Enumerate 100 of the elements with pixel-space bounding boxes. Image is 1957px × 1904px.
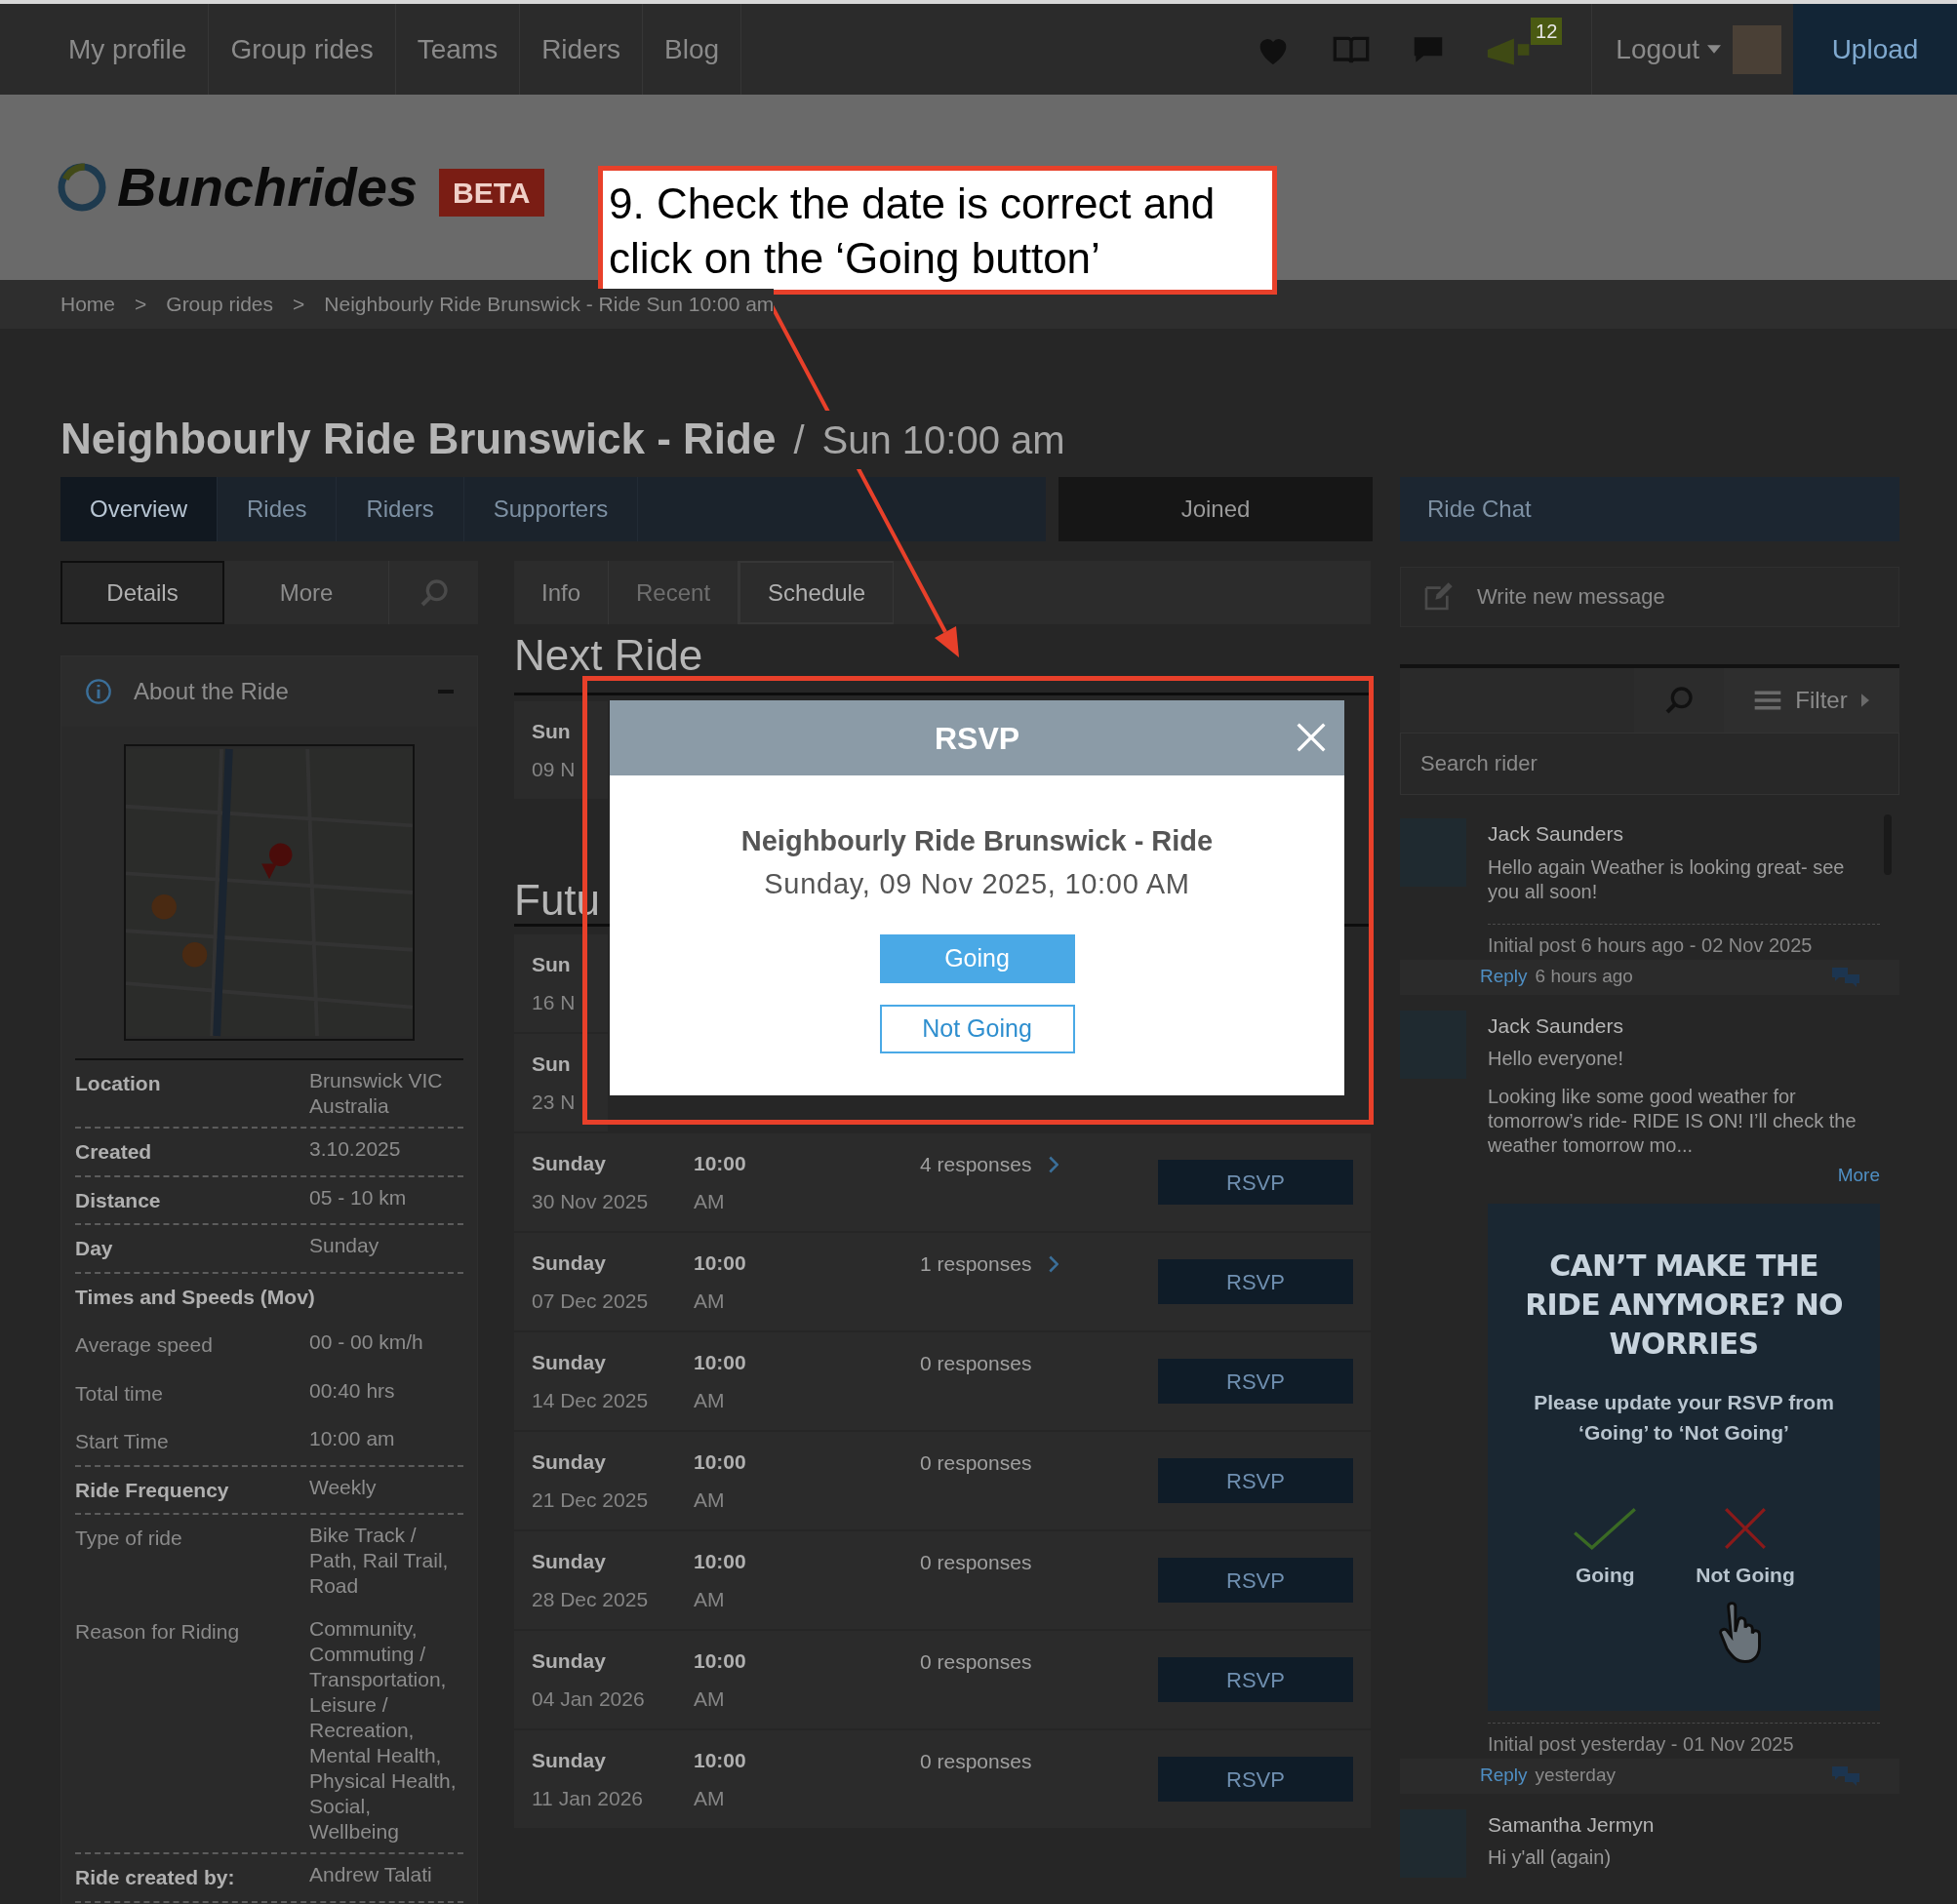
response-count: 0 responses xyxy=(920,1749,1032,1774)
dialog-title: RSVP xyxy=(934,719,1020,758)
tab[interactable]: More xyxy=(224,561,388,624)
ride-day: Sunday xyxy=(532,1545,694,1576)
detail-label: Day xyxy=(75,1236,114,1261)
detail-label: Distance xyxy=(75,1187,162,1213)
ride-day: Sunday xyxy=(532,1446,694,1477)
post-time: yesterday xyxy=(1535,1764,1617,1788)
upload-button[interactable]: Upload xyxy=(1793,4,1957,95)
tab[interactable]: Riders xyxy=(337,477,464,541)
ride-day: Sunday xyxy=(532,1645,694,1676)
detail-label: Ride created by: xyxy=(75,1865,236,1890)
conversation-icon[interactable] xyxy=(1831,966,1860,988)
ride-date: 07 Dec 2025 xyxy=(532,1289,650,1314)
tab[interactable]: Overview xyxy=(60,477,219,541)
detail-label: Total time xyxy=(75,1380,164,1407)
caret-right-icon xyxy=(1860,694,1869,707)
ride-ampm: AM xyxy=(694,1488,726,1513)
ride-day: Sun xyxy=(532,715,590,746)
post-meta: Initial post 6 hours ago - 02 Nov 2025 xyxy=(1488,923,1880,960)
response-count: 0 responses xyxy=(920,1351,1032,1376)
promo-headline: CAN’T MAKE THE RIDE ANYMORE? NO WORRIES xyxy=(1524,1247,1844,1363)
detail-value: 05 - 10 km xyxy=(309,1184,407,1210)
chevron-right-icon[interactable] xyxy=(1049,1155,1059,1173)
chevron-right-icon[interactable] xyxy=(1049,1254,1059,1273)
rsvp-button[interactable]: RSVP xyxy=(1158,1657,1353,1702)
message-field[interactable]: Write new message xyxy=(1400,567,1899,627)
detail-label: Location xyxy=(75,1071,162,1096)
promo-option: Going xyxy=(1575,1559,1635,1590)
detail-value: Bike Track / Path, Rail Trail, Road xyxy=(309,1523,450,1599)
detail-value: Community, Commuting / Transportation, Leisure / Recreation, Mental Health, Physical Health, Social, Wellbeing xyxy=(309,1616,458,1844)
promo-text: Please update your RSVP from ‘Going’ to ‘Not Going’ xyxy=(1533,1389,1835,1446)
ride-ampm: AM xyxy=(694,1289,726,1314)
promo-option: Not Going xyxy=(1696,1559,1795,1590)
reply-link[interactable]: Reply xyxy=(1480,1762,1528,1790)
ride-time: 10:00 xyxy=(694,1747,747,1773)
rsvp-button[interactable]: RSVP xyxy=(1158,1259,1353,1304)
more-link[interactable]: More xyxy=(1837,1162,1880,1190)
check-icon xyxy=(1573,1506,1638,1550)
ride-date: 21 Dec 2025 xyxy=(532,1488,650,1513)
rsvp-button[interactable]: RSVP xyxy=(1158,1359,1353,1404)
caret-down-icon xyxy=(1707,45,1721,54)
ride-date: 30 Nov 2025 xyxy=(532,1189,650,1214)
ride-date: 23 N xyxy=(532,1090,577,1115)
close-button[interactable] xyxy=(1296,722,1327,753)
post-time: 6 hours ago xyxy=(1535,965,1634,989)
tab[interactable]: Supporters xyxy=(463,477,639,541)
ride-ampm: AM xyxy=(694,1786,726,1811)
dialog-ride-name: Neighbourly Ride Brunswick - Ride xyxy=(740,824,1214,858)
rsvp-button[interactable]: RSVP xyxy=(1158,1458,1353,1503)
going-button[interactable]: Going xyxy=(879,934,1075,983)
ride-ampm: AM xyxy=(694,1189,726,1214)
rsvp-button[interactable]: RSVP xyxy=(1158,1757,1353,1802)
not-going-button[interactable]: Not Going xyxy=(879,1005,1075,1053)
page-title: Neighbourly Ride Brunswick - Ride xyxy=(60,414,777,464)
detail-label: Created xyxy=(75,1139,153,1165)
ride-time: 10:00 xyxy=(694,1250,747,1276)
tab[interactable]: Schedule xyxy=(739,561,895,624)
ride-time: 10:00 xyxy=(694,1150,747,1176)
ride-day: Sunday xyxy=(532,1744,694,1775)
section-heading: Next Ride xyxy=(514,632,704,679)
tab[interactable]: Details xyxy=(60,561,224,624)
author-name: Jack Saunders xyxy=(1488,821,1624,847)
conversation-icon[interactable] xyxy=(1831,1765,1860,1787)
beta-badge: BETA xyxy=(439,168,544,217)
filter-button[interactable]: Filter xyxy=(1724,668,1899,733)
notification-count: 12 xyxy=(1531,18,1563,45)
tab[interactable]: Info xyxy=(514,561,610,624)
chat-title: Ride Chat xyxy=(1427,495,1532,524)
rsvp-button[interactable]: RSVP xyxy=(1158,1558,1353,1603)
response-count: 0 responses xyxy=(920,1649,1032,1675)
author-name: Jack Saunders xyxy=(1488,1012,1624,1039)
response-count: 1 responses xyxy=(920,1251,1032,1277)
ride-day: Sunday xyxy=(532,1147,694,1178)
joined-button[interactable]: Joined xyxy=(1058,477,1373,541)
author-name: Samantha Jermyn xyxy=(1488,1811,1656,1838)
detail-value: 3.10.2025 xyxy=(309,1136,401,1162)
breadcrumb-separator: > xyxy=(293,292,305,318)
ride-day: Sun xyxy=(532,1048,590,1079)
tab[interactable]: Rides xyxy=(218,477,338,541)
detail-value: Andrew Talati xyxy=(309,1862,432,1887)
ride-time: 10:00 xyxy=(694,1548,747,1574)
ride-date: 04 Jan 2026 xyxy=(532,1686,646,1712)
search-field[interactable]: Search rider xyxy=(1400,733,1899,795)
reply-link[interactable]: Reply xyxy=(1480,963,1528,991)
search-icon[interactable] xyxy=(1663,685,1695,716)
detail-value: Weekly xyxy=(309,1474,377,1500)
ride-ampm: AM xyxy=(694,1587,726,1612)
message-text: Hello again Weather is looking great- see you all soon! xyxy=(1488,854,1846,904)
ride-day: Sunday xyxy=(532,1346,694,1377)
panel-title: About the Ride xyxy=(134,677,290,706)
ride-time: 10:00 xyxy=(694,1448,747,1475)
detail-value: Sunday xyxy=(309,1233,379,1258)
rsvp-button[interactable]: RSVP xyxy=(1158,1160,1353,1205)
logout-button[interactable]: Logout xyxy=(1616,28,1721,70)
avatar-photo xyxy=(1733,24,1781,74)
post-meta: Initial post yesterday - 01 Nov 2025 xyxy=(1488,1722,1880,1759)
section-heading: Times and Speeds (Mov) xyxy=(75,1285,315,1308)
cross-icon xyxy=(1723,1506,1768,1550)
ride-day: Sunday xyxy=(532,1247,694,1278)
